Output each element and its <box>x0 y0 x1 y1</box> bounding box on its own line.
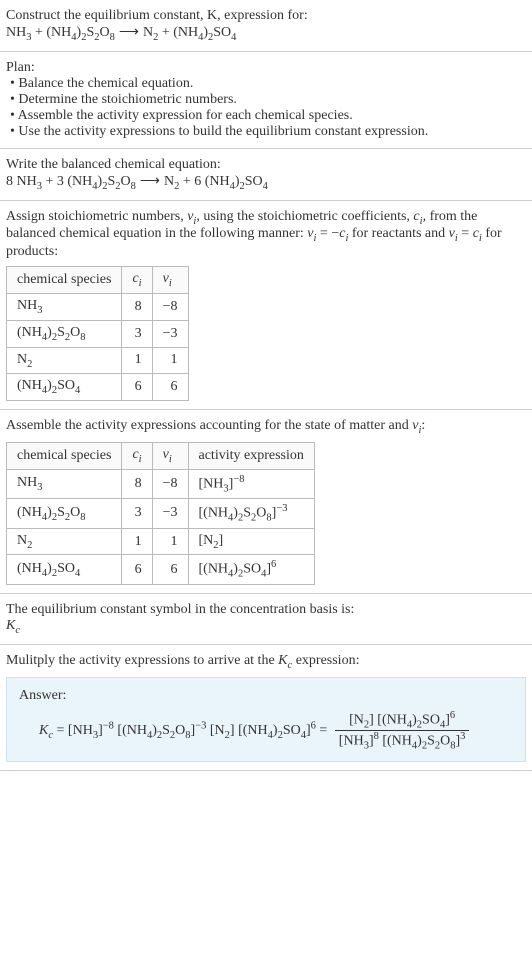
plan-item: Determine the stoichiometric numbers. <box>10 92 526 108</box>
prompt-text: Construct the equilibrium constant, K, e… <box>6 8 526 24</box>
balanced-equation: 8 NH3 + 3 (NH4)2S2O8 ⟶ N2 + 6 (NH4)2SO4 <box>6 173 526 192</box>
th-c: ci <box>122 442 152 469</box>
plan-section: Plan: Balance the chemical equation. Det… <box>0 52 532 149</box>
table-row: N211 <box>7 347 189 374</box>
table-row: N211[N2] <box>7 528 315 555</box>
arrow-icon: ⟶ <box>140 173 160 190</box>
stoich-table: chemical species ci νi NH38−8 (NH4)2S2O8… <box>6 266 189 401</box>
arrow-icon: ⟶ <box>119 24 139 41</box>
plan-list: Balance the chemical equation. Determine… <box>6 76 526 140</box>
problem-header: Construct the equilibrium constant, K, e… <box>0 0 532 52</box>
kc-symbol: Kc <box>6 618 526 636</box>
plan-item: Assemble the activity expression for eac… <box>10 108 526 124</box>
table-row: (NH4)2S2O83−3[(NH4)2S2O8]−3 <box>7 499 315 528</box>
prompt: Construct the equilibrium constant, K, e… <box>6 8 308 23</box>
balanced-section: Write the balanced chemical equation: 8 … <box>0 149 532 201</box>
activity-table: chemical species ci νi activity expressi… <box>6 442 315 585</box>
th-activity: activity expression <box>188 442 314 469</box>
stoich-section: Assign stoichiometric numbers, νi, using… <box>0 201 532 411</box>
plan-item: Balance the chemical equation. <box>10 76 526 92</box>
th-species: chemical species <box>7 267 122 294</box>
multiply-intro: Mulitply the activity expressions to arr… <box>6 653 526 671</box>
table-row: (NH4)2SO466[(NH4)2SO4]6 <box>7 555 315 584</box>
table-header-row: chemical species ci νi activity expressi… <box>7 442 315 469</box>
activity-section: Assemble the activity expressions accoun… <box>0 410 532 594</box>
fraction: [N2] [(NH4)2SO4]6[NH3]8 [(NH4)2S2O8]3 <box>335 710 470 752</box>
symbol-text: The equilibrium constant symbol in the c… <box>6 602 526 618</box>
unbalanced-equation: NH3 + (NH4)2S2O8 ⟶ N2 + (NH4)2SO4 <box>6 24 526 43</box>
th-nu: νi <box>152 267 188 294</box>
th-nu: νi <box>152 442 188 469</box>
table-row: (NH4)2SO466 <box>7 374 189 401</box>
th-c: ci <box>122 267 152 294</box>
stoich-intro: Assign stoichiometric numbers, νi, using… <box>6 209 526 261</box>
activity-intro: Assemble the activity expressions accoun… <box>6 418 526 436</box>
kc-expression: Kc = [NH3]−8 [(NH4)2S2O8]−3 [N2] [(NH4)2… <box>19 710 513 752</box>
plan-item: Use the activity expressions to build th… <box>10 124 526 140</box>
answer-label: Answer: <box>19 688 513 704</box>
answer-box: Answer: Kc = [NH3]−8 [(NH4)2S2O8]−3 [N2]… <box>6 677 526 763</box>
table-row: NH38−8 <box>7 293 189 320</box>
table-row: NH38−8[NH3]−8 <box>7 469 315 498</box>
balanced-intro: Write the balanced chemical equation: <box>6 157 526 173</box>
table-row: (NH4)2S2O83−3 <box>7 320 189 347</box>
symbol-section: The equilibrium constant symbol in the c… <box>0 594 532 645</box>
th-species: chemical species <box>7 442 122 469</box>
answer-section: Mulitply the activity expressions to arr… <box>0 645 532 772</box>
table-header-row: chemical species ci νi <box>7 267 189 294</box>
plan-title: Plan: <box>6 60 526 76</box>
